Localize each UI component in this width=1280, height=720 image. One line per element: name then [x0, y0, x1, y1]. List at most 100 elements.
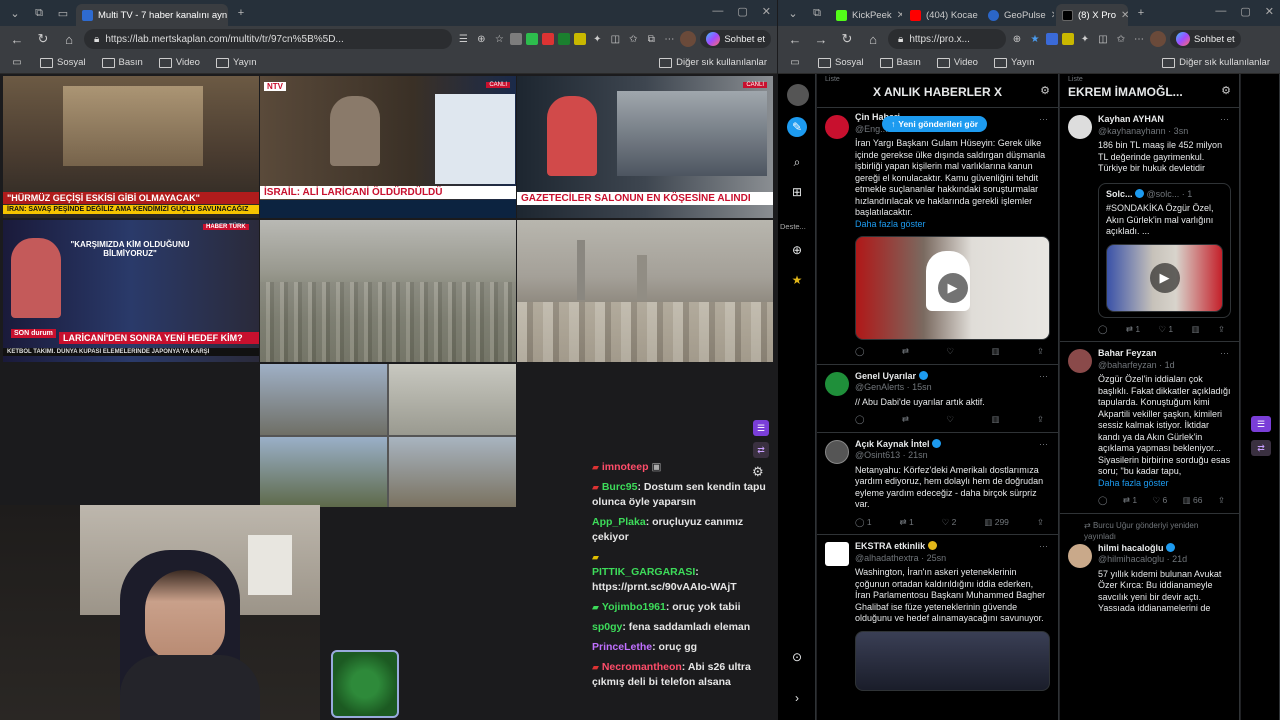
- reader-icon[interactable]: ☰: [456, 32, 470, 46]
- tab-multitv[interactable]: Multi TV - 7 haber kanalını aynı an ✕: [76, 4, 228, 26]
- tweet[interactable]: Bahar Feyzan @baharfeyzan · 1d ⋯ Özgür Ö…: [1060, 342, 1239, 514]
- extension-icon[interactable]: [1046, 33, 1058, 45]
- retweet-count[interactable]: ⇄ 1: [1126, 324, 1140, 336]
- chat-button[interactable]: Sohbet et: [1170, 30, 1241, 48]
- more-icon[interactable]: ⋯: [1039, 541, 1048, 553]
- tweet-author[interactable]: EKSTRA etkinlik: [855, 541, 925, 551]
- quoted-tweet[interactable]: Solc... @solc... · 1 #SONDAKİKA Özgür Öz…: [1098, 182, 1231, 318]
- bookmark-folder[interactable]: Yayın: [216, 57, 257, 68]
- favorite-icon[interactable]: ★: [1028, 32, 1042, 46]
- avatar[interactable]: [825, 371, 849, 396]
- workspaces-icon[interactable]: ⧉: [28, 3, 50, 23]
- chat-button[interactable]: Sohbet et: [700, 30, 771, 48]
- split-screen-icon[interactable]: ◫: [608, 32, 622, 46]
- play-icon[interactable]: ▶: [1149, 262, 1180, 293]
- views-icon[interactable]: ▥: [1191, 324, 1199, 336]
- reply-icon[interactable]: ◯: [1098, 324, 1108, 336]
- more-icon[interactable]: ⋯: [1132, 32, 1146, 46]
- share-icon[interactable]: ⇪: [1037, 346, 1044, 358]
- tweet[interactable]: ⇄ Burcu Uğur gönderiyi yeniden yayınladı…: [1060, 514, 1239, 621]
- forward-icon[interactable]: →: [810, 32, 832, 47]
- show-more-link[interactable]: Daha fazla göster: [855, 219, 1050, 231]
- avatar[interactable]: [825, 115, 849, 139]
- like-count[interactable]: ♡ 6: [1152, 495, 1167, 507]
- more-icon[interactable]: ⋯: [1039, 439, 1048, 451]
- more-icon[interactable]: ⋯: [1220, 114, 1229, 126]
- split-screen-icon[interactable]: ◫: [1096, 32, 1110, 46]
- new-tab-button[interactable]: +: [1130, 3, 1152, 23]
- close-window-icon[interactable]: ✕: [1265, 5, 1274, 18]
- avatar[interactable]: [825, 439, 849, 464]
- reply-count[interactable]: ◯ 1: [855, 517, 872, 529]
- settings-icon[interactable]: ⚙: [1040, 84, 1050, 97]
- new-posts-button[interactable]: ↑ Yeni gönderileri gör: [882, 116, 988, 132]
- tweet-author[interactable]: Kayhan AYHAN: [1098, 114, 1164, 124]
- close-icon[interactable]: ✕: [1121, 10, 1128, 21]
- retweet-count[interactable]: ⇄ 1: [1123, 495, 1137, 507]
- twitch-extension-icon[interactable]: ⇄: [753, 442, 769, 458]
- share-icon[interactable]: ⇪: [1218, 495, 1225, 507]
- avatar[interactable]: [1068, 543, 1092, 568]
- video-tile-3[interactable]: CANLI GAZETECİLER SALONUN EN KÖŞESİNE AL…: [517, 76, 773, 218]
- minimize-icon[interactable]: —: [712, 5, 723, 18]
- tweet[interactable]: Çin Haberi @Eng... ⋯ İran Yargı Başkanı …: [817, 108, 1058, 365]
- new-deck-icon[interactable]: ⊕: [787, 240, 807, 260]
- more-options-icon[interactable]: ⊙: [787, 647, 807, 667]
- tab-kickpeek[interactable]: KickPeek ✕: [830, 4, 902, 26]
- new-tab-button[interactable]: +: [230, 3, 252, 23]
- close-icon[interactable]: ✕: [1051, 10, 1054, 21]
- chat-username[interactable]: imnoteep: [602, 461, 649, 473]
- tweet-author[interactable]: Bahar Feyzan: [1098, 348, 1157, 358]
- favorites-list-icon[interactable]: ✩: [626, 32, 640, 46]
- tweet-author[interactable]: Genel Uyarılar: [855, 371, 916, 381]
- share-icon[interactable]: ⇪: [1037, 414, 1044, 426]
- tweet-handle[interactable]: @alhadathextra · 25sn: [855, 553, 1050, 565]
- extension-icon[interactable]: [1062, 33, 1074, 45]
- play-icon[interactable]: ▶: [937, 273, 968, 303]
- views-icon[interactable]: ▥: [991, 346, 999, 358]
- tweet-video[interactable]: ▶: [855, 236, 1050, 340]
- reply-icon[interactable]: ◯: [1098, 495, 1108, 507]
- bookmark-folder[interactable]: Yayın: [994, 57, 1035, 68]
- home-icon[interactable]: ⌂: [58, 32, 80, 47]
- url-field[interactable]: 🔒︎ https://pro.x...: [888, 29, 1006, 49]
- more-icon[interactable]: ⋯: [1220, 348, 1229, 360]
- favorites-list-icon[interactable]: ✩: [1114, 32, 1128, 46]
- video-tile-7[interactable]: [260, 364, 516, 507]
- add-column-icon[interactable]: ⊞: [787, 182, 807, 202]
- workspaces-icon[interactable]: ⧉: [806, 3, 828, 23]
- retweet-icon[interactable]: ⇄: [902, 414, 909, 426]
- star-icon[interactable]: ★: [787, 270, 807, 290]
- back-icon[interactable]: ←: [6, 32, 28, 47]
- compose-icon[interactable]: ✎: [787, 117, 807, 137]
- retweet-count[interactable]: ⇄ 1: [900, 517, 914, 529]
- chat-username[interactable]: sp0gy: [592, 621, 622, 633]
- chevron-down-icon[interactable]: ⌄: [4, 3, 26, 23]
- chat-username[interactable]: App_Plaka: [592, 516, 646, 528]
- twitch-extension-icon[interactable]: ⇄: [1251, 440, 1271, 456]
- reload-icon[interactable]: ↻: [32, 31, 54, 47]
- avatar[interactable]: [1068, 349, 1092, 373]
- tweet-handle[interactable]: @GenAlerts · 15sn: [855, 382, 1050, 394]
- like-icon[interactable]: ♡: [946, 346, 954, 358]
- chat-username[interactable]: PITTIK_GARGARASI: [592, 566, 695, 578]
- share-icon[interactable]: ⇪: [1218, 324, 1225, 336]
- other-bookmarks[interactable]: Diğer sık kullanılanlar: [1162, 57, 1270, 68]
- bookmark-folder[interactable]: Basın: [102, 57, 143, 68]
- maximize-icon[interactable]: ▢: [1240, 5, 1250, 18]
- bookmark-folder[interactable]: Video: [937, 57, 978, 68]
- minimize-icon[interactable]: —: [1215, 5, 1226, 18]
- video-tile-1[interactable]: "HÜRMÜZ GEÇİŞİ ESKİSİ GİBİ OLMAYACAK" İR…: [3, 76, 259, 218]
- views-count[interactable]: ▥ 66: [1183, 495, 1203, 507]
- zoom-icon[interactable]: ⊕: [1010, 32, 1024, 46]
- avatar[interactable]: [1150, 31, 1166, 47]
- show-more-link[interactable]: Daha fazla göster: [1098, 478, 1231, 490]
- tweet-handle[interactable]: @Osint613 · 21sn: [855, 450, 1050, 462]
- more-icon[interactable]: ⋯: [1039, 114, 1048, 126]
- puzzle-icon[interactable]: ✦: [590, 32, 604, 46]
- twitch-panel-icon[interactable]: ☰: [1251, 416, 1271, 432]
- bookmark-folder[interactable]: Basın: [880, 57, 921, 68]
- tweet[interactable]: EKSTRA etkinlik @alhadathextra · 25sn ⋯ …: [817, 535, 1058, 697]
- video-tile-6[interactable]: [517, 220, 773, 362]
- close-window-icon[interactable]: ✕: [762, 5, 771, 18]
